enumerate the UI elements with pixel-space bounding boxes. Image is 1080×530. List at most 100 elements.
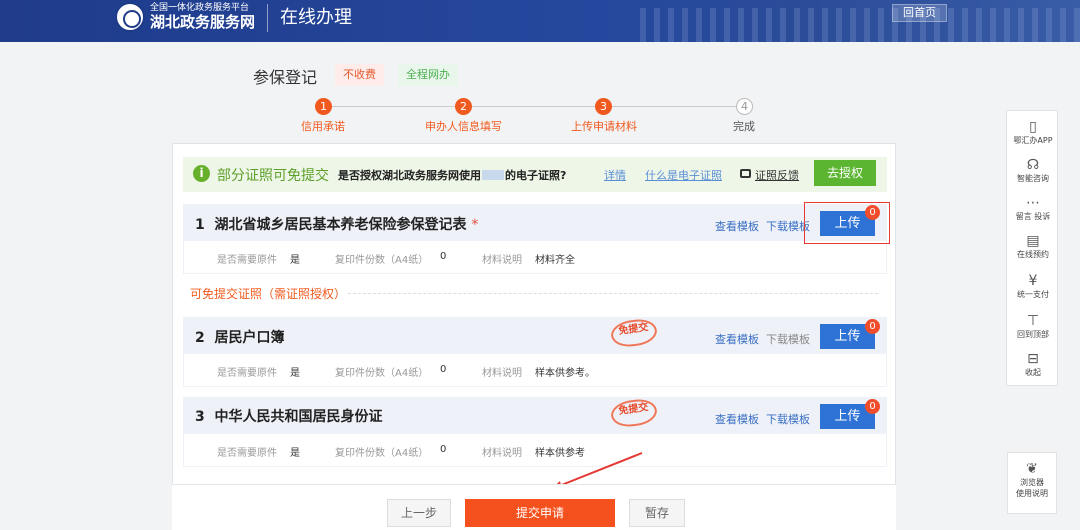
save-draft-button[interactable]: 暂存 xyxy=(629,499,685,527)
material-note-label: 材料说明 xyxy=(482,255,522,266)
step-3-label: 上传申请材料 xyxy=(571,120,637,133)
site-logo-icon[interactable] xyxy=(115,2,145,32)
copies-value: 0 xyxy=(440,444,447,455)
step-1-indicator: 1 xyxy=(315,98,332,115)
material-3-title: 3 中华人民共和国居民身份证 xyxy=(195,406,383,426)
submit-application-button[interactable]: 提交申请 xyxy=(465,499,615,527)
original-required-label: 是否需要原件 xyxy=(217,368,277,379)
guide-label: 浏览器 xyxy=(1020,478,1044,487)
view-template-link[interactable]: 查看模板 xyxy=(715,411,759,427)
exempt-section-title: 可免提交证照（需证照授权） xyxy=(190,287,347,301)
header-divider xyxy=(267,4,268,32)
copies-label: 复印件份数（A4纸） xyxy=(335,255,429,266)
stamp-text: 免提交 xyxy=(617,402,650,418)
exempt-section-divider xyxy=(348,293,878,294)
toolbar-collapse[interactable]: ⊟ 收起 xyxy=(1007,351,1059,379)
toolbar-label: 智能咨询 xyxy=(1017,174,1049,183)
download-template-link[interactable]: 下载模板 xyxy=(766,331,810,347)
upload-count-badge: 0 xyxy=(865,319,880,334)
material-note-label: 材料说明 xyxy=(482,368,522,379)
toolbar-label: 回到顶部 xyxy=(1017,330,1049,339)
highlight-annotation-box xyxy=(804,202,890,244)
material-note-label: 材料说明 xyxy=(482,448,522,459)
material-note-value: 样本供参考。 xyxy=(535,368,595,379)
material-name: 中华人民共和国居民身份证 xyxy=(214,409,383,425)
material-index: 3 xyxy=(195,409,205,425)
toolbar-label: 收起 xyxy=(1025,368,1041,377)
view-template-link[interactable]: 查看模板 xyxy=(715,218,759,234)
step-4-label: 完成 xyxy=(733,120,755,133)
material-name: 湖北省城乡居民基本养老保险参保登记表 xyxy=(214,217,467,233)
question-text: 是否授权湖北政务服务网使用 xyxy=(338,169,481,182)
step-connector xyxy=(331,106,455,107)
previous-step-button[interactable]: 上一步 xyxy=(387,499,451,527)
authorize-question: 是否授权湖北政务服务网使用 的电子证照? xyxy=(338,167,566,183)
collapse-icon: ⊟ xyxy=(1027,351,1039,367)
step-2-label: 申办人信息填写 xyxy=(425,120,502,133)
material-1-title: 1 湖北省城乡居民基本养老保险参保登记表 * xyxy=(195,214,478,234)
required-mark: * xyxy=(471,217,479,233)
calendar-icon: ▤ xyxy=(1026,233,1040,249)
home-button[interactable]: 回首页 xyxy=(892,4,947,22)
toolbar-app[interactable]: ▯ 鄂汇办APP xyxy=(1007,119,1059,147)
original-required-value: 是 xyxy=(290,448,300,459)
top-header: 全国一体化政务服务平台 湖北政务服务网 在线办理 回首页 xyxy=(0,0,1080,42)
material-name: 居民户口簿 xyxy=(214,330,285,346)
original-required-value: 是 xyxy=(290,368,300,379)
original-required-label: 是否需要原件 xyxy=(217,255,277,266)
material-index: 1 xyxy=(195,217,205,233)
stamp-text: 免提交 xyxy=(617,322,650,338)
toolbar-label: 留言 投诉 xyxy=(1015,212,1051,221)
phone-icon: ▯ xyxy=(1029,119,1037,135)
step-1-label: 信用承诺 xyxy=(301,120,345,133)
material-note-value: 材料齐全 xyxy=(535,255,575,266)
material-2-title: 2 居民户口簿 xyxy=(195,327,285,347)
fee-tag: 不收费 xyxy=(335,64,384,86)
notice-title: 部分证照可免提交 xyxy=(217,168,329,184)
toolbar-label: 统一支付 xyxy=(1017,290,1049,299)
floating-toolbar: ▯ 鄂汇办APP ☊ 智能咨询 ⋯ 留言 投诉 ▤ 在线预约 ¥ 统一支付 ⊤ … xyxy=(1006,110,1058,386)
material-index: 2 xyxy=(195,330,205,346)
step-4-indicator: 4 xyxy=(736,98,753,115)
details-link[interactable]: 详情 xyxy=(604,167,626,183)
online-tag: 全程网办 xyxy=(398,64,458,86)
toolbar-message[interactable]: ⋯ 留言 投诉 xyxy=(1007,195,1059,223)
toolbar-payment[interactable]: ¥ 统一支付 xyxy=(1007,273,1059,301)
copies-value: 0 xyxy=(440,251,447,262)
original-required-label: 是否需要原件 xyxy=(217,448,277,459)
step-connector xyxy=(612,106,736,107)
headset-icon: ☊ xyxy=(1026,157,1040,173)
feedback-icon xyxy=(740,169,751,178)
header-skyline-decoration xyxy=(640,8,1080,42)
view-template-link[interactable]: 查看模板 xyxy=(715,331,759,347)
header-title: 在线办理 xyxy=(280,7,352,28)
yuan-icon: ¥ xyxy=(1028,273,1038,289)
service-title: 参保登记 xyxy=(253,68,318,87)
toolbar-back-to-top[interactable]: ⊤ 回到顶部 xyxy=(1007,313,1059,341)
step-2-indicator: 2 xyxy=(455,98,472,115)
browser-guide-button[interactable]: ❦ 浏览器 使用说明 xyxy=(1007,452,1057,514)
message-icon: ⋯ xyxy=(1026,195,1040,211)
info-icon: i xyxy=(193,165,210,182)
back-to-top-icon: ⊤ xyxy=(1026,313,1040,329)
original-required-value: 是 xyxy=(290,255,300,266)
what-is-e-license-link[interactable]: 什么是电子证照 xyxy=(645,167,722,183)
upload-count-badge: 0 xyxy=(865,399,880,414)
question-tail: 的电子证照? xyxy=(505,169,567,182)
site-name[interactable]: 湖北政务服务网 xyxy=(150,11,255,32)
redacted-mask xyxy=(482,170,504,180)
step-connector xyxy=(472,106,595,107)
guide-label: 使用说明 xyxy=(1016,489,1048,498)
license-feedback-link[interactable]: 证照反馈 xyxy=(755,167,799,183)
copies-label: 复印件份数（A4纸） xyxy=(335,368,429,379)
download-template-link[interactable]: 下载模板 xyxy=(766,411,810,427)
toolbar-label: 鄂汇办APP xyxy=(1013,136,1053,145)
toolbar-appointment[interactable]: ▤ 在线预约 xyxy=(1007,233,1059,261)
leaf-icon: ❦ xyxy=(1026,461,1038,477)
authorize-button[interactable]: 去授权 xyxy=(814,160,876,186)
toolbar-label: 在线预约 xyxy=(1017,250,1049,259)
copies-label: 复印件份数（A4纸） xyxy=(335,448,429,459)
copies-value: 0 xyxy=(440,364,447,375)
step-3-indicator: 3 xyxy=(595,98,612,115)
toolbar-consult[interactable]: ☊ 智能咨询 xyxy=(1007,157,1059,185)
